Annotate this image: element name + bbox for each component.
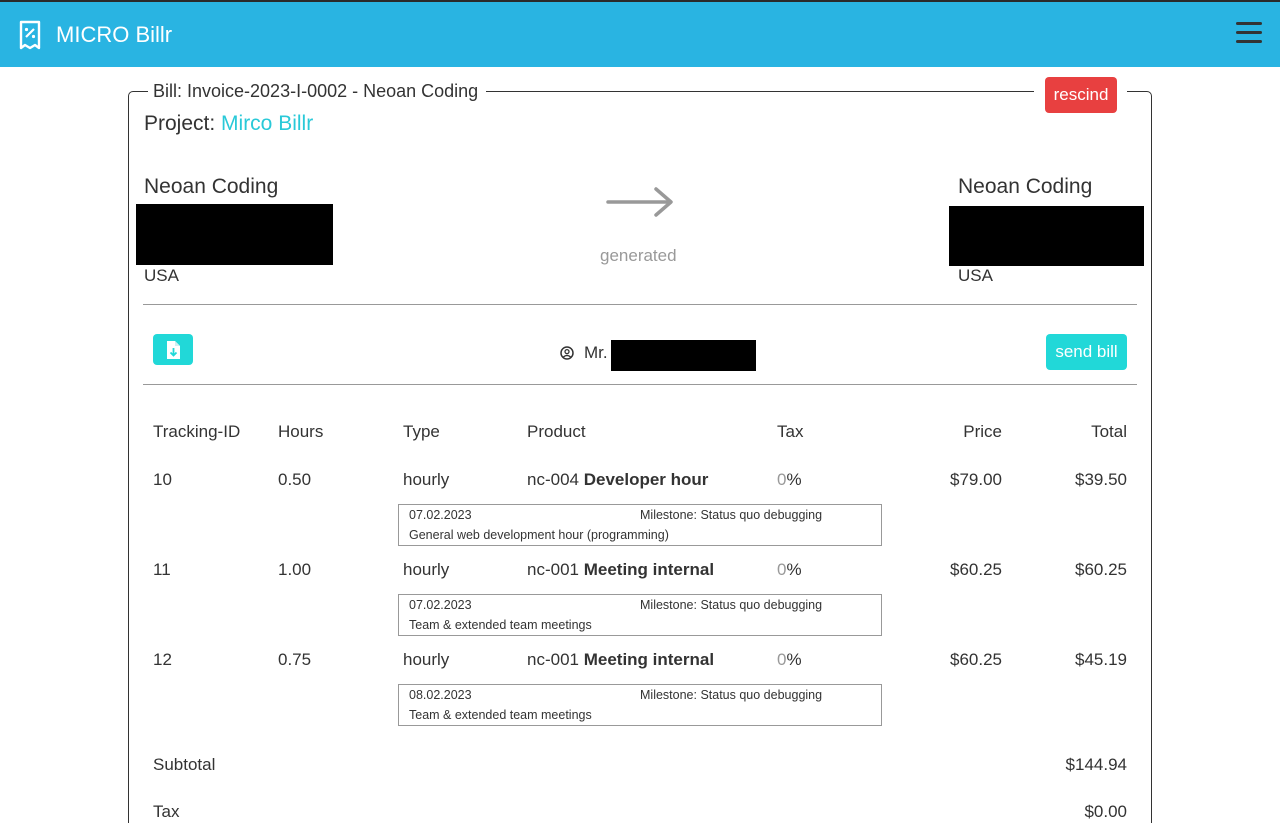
row-3-milestone: Milestone: Status quo debugging: [640, 688, 823, 702]
row-3-total: $45.19: [1075, 650, 1127, 669]
to-name: Neoan Coding: [958, 175, 1093, 198]
to-party: Neoan Coding: [958, 173, 1092, 201]
send-bill-button[interactable]: send bill: [1046, 334, 1127, 370]
row-2-tax: 0%: [777, 559, 802, 581]
row-1-detail: 07.02.2023 Milestone: Status quo debuggi…: [398, 504, 882, 546]
rescind-button[interactable]: rescind: [1045, 77, 1117, 113]
divider-bottom: [143, 384, 1137, 385]
hamburger-menu-icon[interactable]: [1236, 22, 1262, 46]
row-3-tax-unit: %: [786, 650, 802, 669]
contact-person: Mr.: [560, 343, 608, 363]
row-1-milestone: Milestone: Status quo debugging: [640, 508, 823, 522]
from-party: Neoan Coding: [144, 173, 278, 201]
rescind-wrapper: rescind: [1034, 77, 1127, 113]
download-pdf-button[interactable]: [153, 334, 193, 365]
row-3-product-name: Meeting internal: [583, 650, 715, 669]
brand[interactable]: MICRO Billr: [18, 20, 172, 50]
row-2-milestone: Milestone: Status quo debugging: [640, 598, 823, 612]
row-2-product-code: nc-001: [527, 560, 579, 579]
row-2-description: Team & extended team meetings: [409, 618, 592, 632]
row-1-total: $39.50: [1075, 470, 1127, 489]
status-text: generated: [600, 246, 677, 265]
project-line: Project: Mirco Billr: [144, 110, 313, 138]
arrow-right-icon: [606, 187, 673, 217]
row-1-tax: 0%: [777, 469, 802, 491]
row-1-tax-unit: %: [786, 470, 802, 489]
row-3-product-code: nc-001: [527, 650, 579, 669]
row-3-detail: 08.02.2023 Milestone: Status quo debuggi…: [398, 684, 882, 726]
col-tracking-id: Tracking-ID: [153, 422, 241, 441]
row-3-product: nc-001 Meeting internal: [527, 649, 714, 671]
col-product: Product: [527, 422, 586, 441]
row-3-price: $60.25: [950, 650, 1002, 669]
col-total: Total: [1091, 422, 1127, 441]
col-type: Type: [403, 422, 440, 441]
to-country: USA: [958, 266, 993, 285]
subtotal-value: $144.94: [1065, 755, 1127, 774]
file-download-icon: [167, 340, 180, 359]
row-3-tax: 0%: [777, 649, 802, 671]
row-1-product-code: nc-004: [527, 470, 579, 489]
subtotal-label: Subtotal: [153, 755, 216, 774]
to-address-redacted: [949, 206, 1144, 266]
divider-top: [143, 304, 1137, 305]
top-navbar: MICRO Billr: [0, 0, 1280, 67]
row-2-tax-unit: %: [786, 560, 802, 579]
row-1-type: hourly: [403, 470, 450, 489]
contact-name-redacted: [611, 340, 756, 371]
bill-legend: Bill: Invoice-2023-I-0002 - Neoan Coding: [148, 80, 487, 102]
row-2-date: 07.02.2023: [409, 598, 472, 612]
project-link[interactable]: Mirco Billr: [221, 112, 313, 135]
row-2-hours: 1.00: [278, 560, 312, 579]
row-2-detail: 07.02.2023 Milestone: Status quo debuggi…: [398, 594, 882, 636]
row-1-id: 10: [153, 470, 172, 489]
row-3-id: 12: [153, 650, 172, 669]
from-name: Neoan Coding: [144, 175, 279, 198]
receipt-percent-icon: [19, 20, 41, 50]
row-1-date: 07.02.2023: [409, 508, 472, 522]
row-2-type: hourly: [403, 560, 450, 579]
row-3-hours: 0.75: [278, 650, 312, 669]
row-1-product-name: Developer hour: [583, 470, 709, 489]
tax-label: Tax: [153, 802, 180, 821]
row-1-description: General web development hour (programmin…: [409, 528, 669, 542]
row-2-product: nc-001 Meeting internal: [527, 559, 714, 581]
row-2-product-name: Meeting internal: [583, 560, 715, 579]
col-price: Price: [963, 422, 1002, 441]
from-country: USA: [144, 266, 179, 285]
from-address-redacted: [136, 204, 333, 265]
user-circle-icon: [560, 346, 574, 360]
row-1-hours: 0.50: [278, 470, 312, 489]
row-1-price: $79.00: [950, 470, 1002, 489]
row-2-total: $60.25: [1075, 560, 1127, 579]
row-3-description: Team & extended team meetings: [409, 708, 592, 722]
row-1-product: nc-004 Developer hour: [527, 469, 708, 491]
project-label: Project:: [144, 112, 222, 135]
contact-prefix: Mr.: [584, 343, 608, 362]
row-2-price: $60.25: [950, 560, 1002, 579]
tax-value: $0.00: [1084, 802, 1127, 821]
col-hours: Hours: [278, 422, 324, 441]
row-3-date: 08.02.2023: [409, 688, 472, 702]
row-3-type: hourly: [403, 650, 450, 669]
col-tax: Tax: [777, 422, 804, 441]
app-title: MICRO Billr: [56, 22, 173, 47]
row-2-id: 11: [153, 560, 171, 579]
